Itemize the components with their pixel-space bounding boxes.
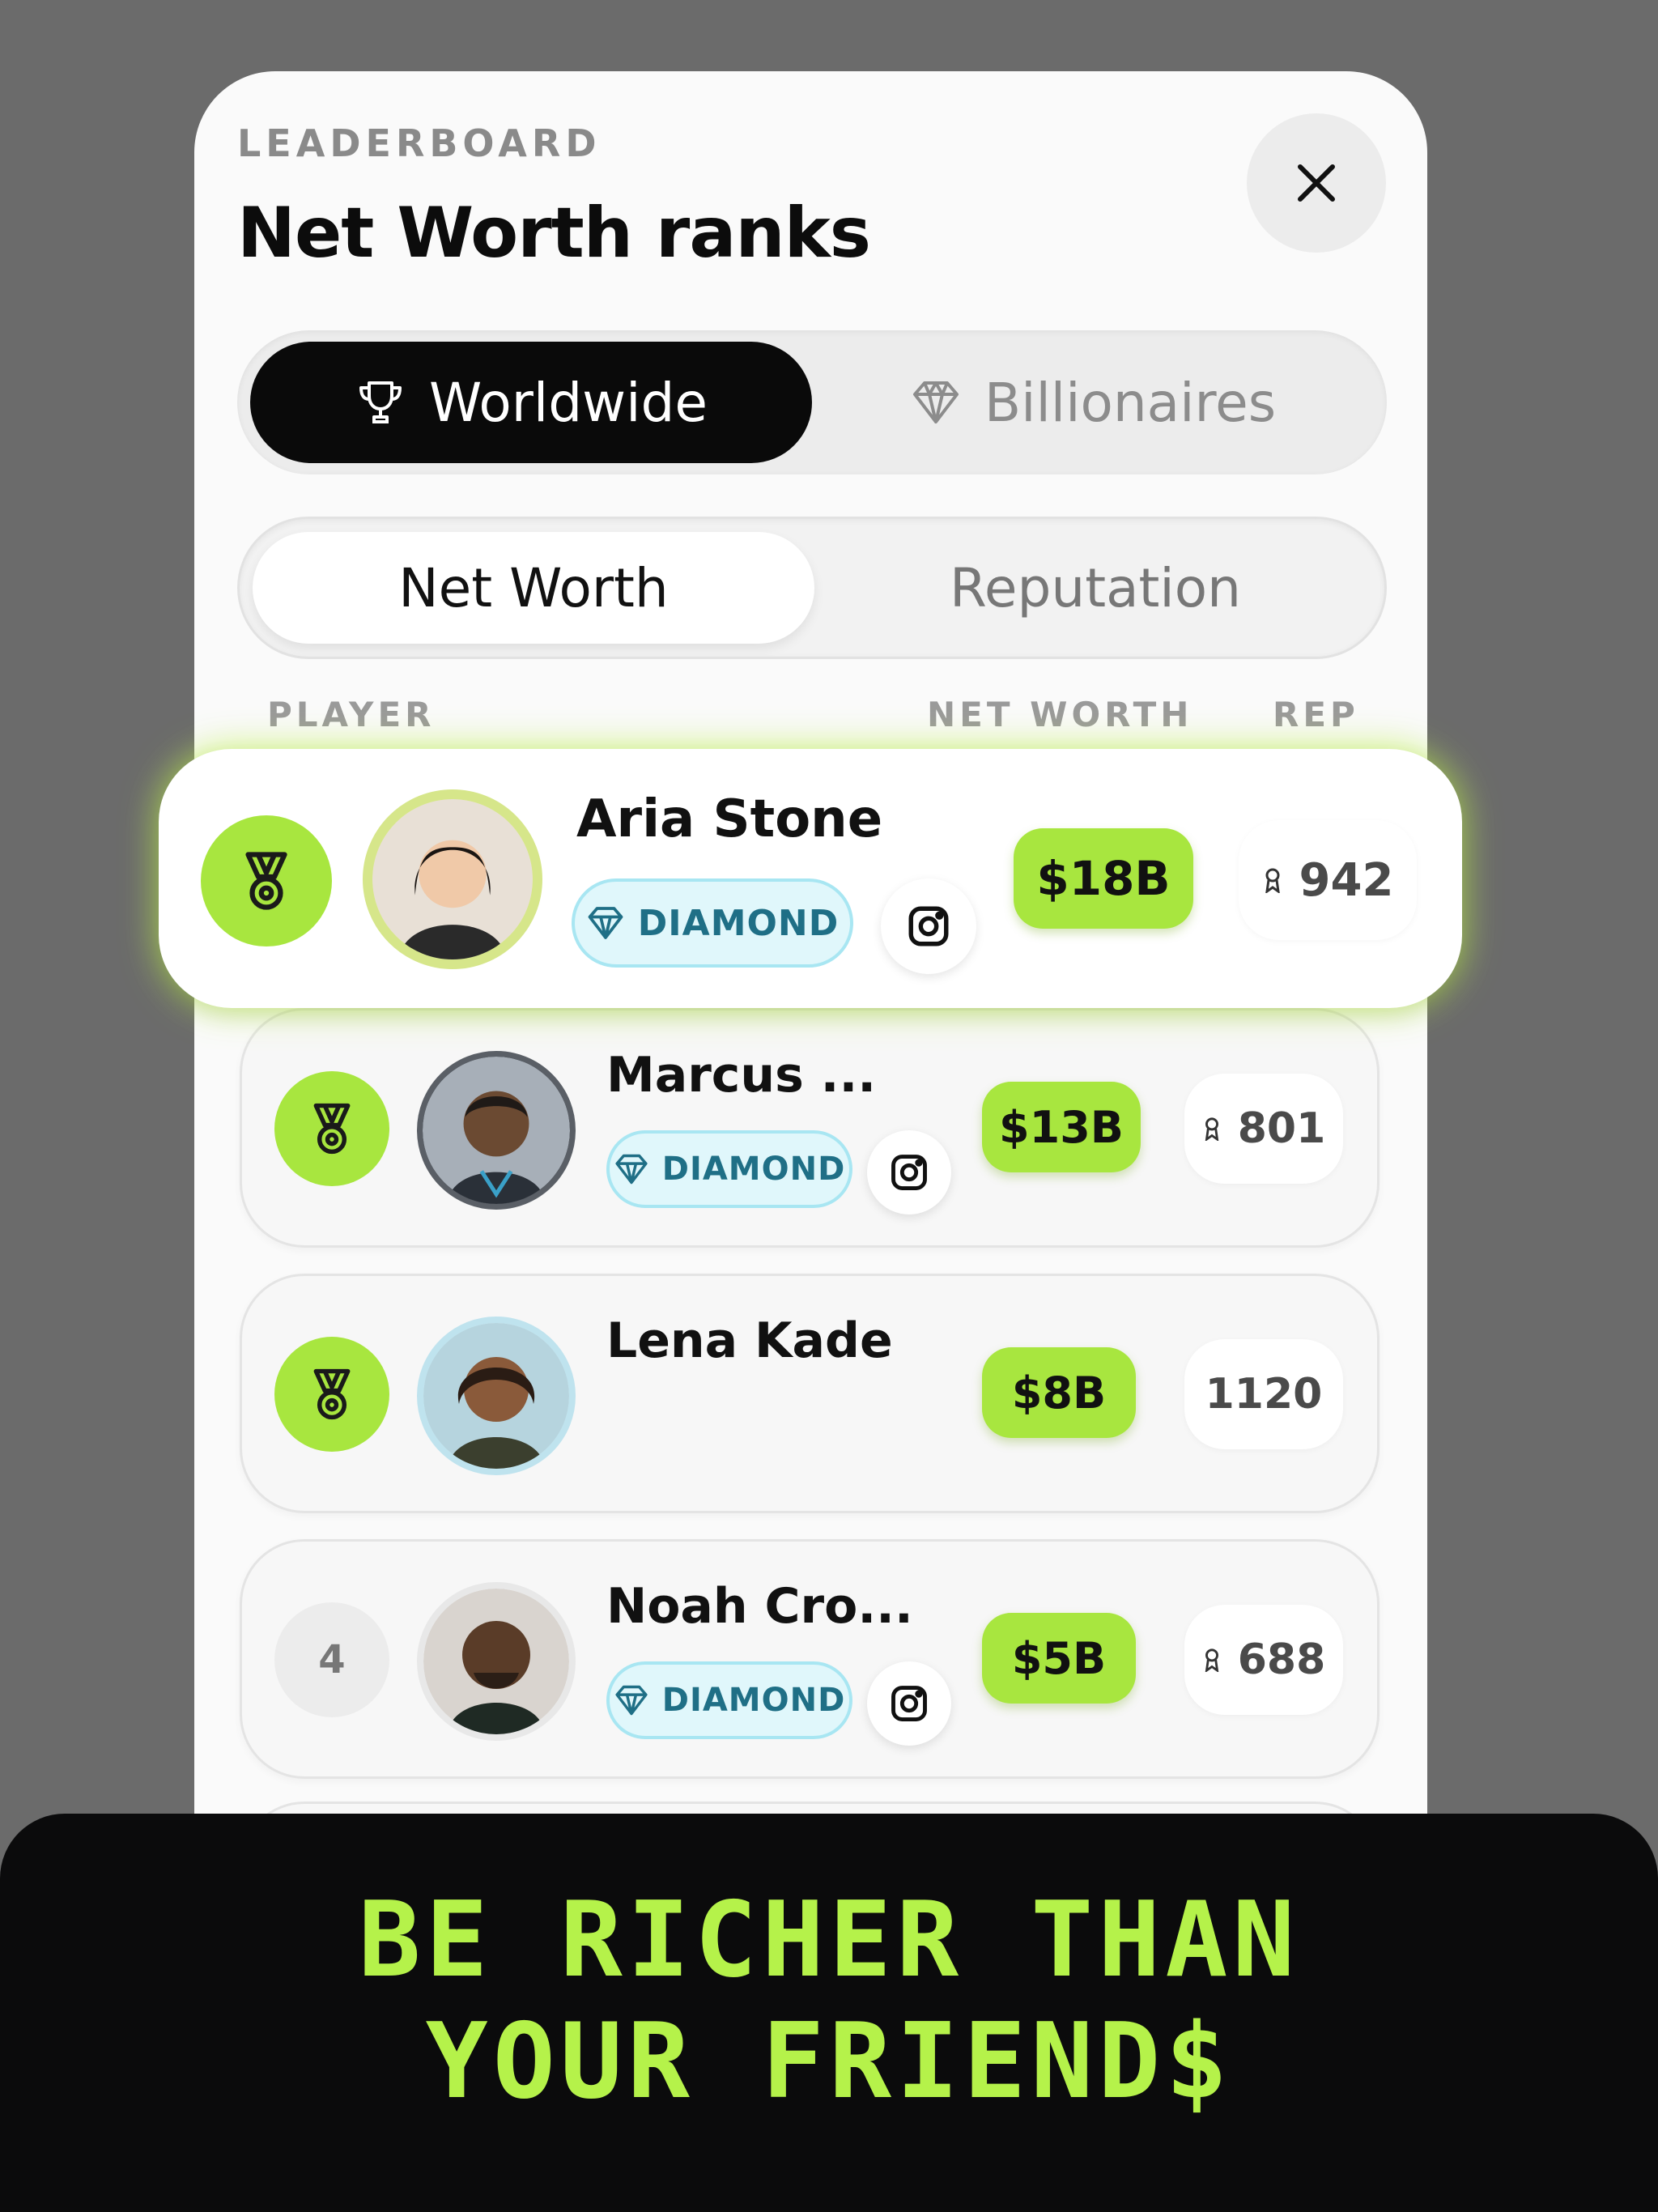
page-title: Net Worth ranks xyxy=(237,193,871,274)
rank-medal-badge xyxy=(201,815,332,946)
player-name: Lena Kade xyxy=(606,1312,893,1369)
tab-net-worth[interactable]: Net Worth xyxy=(253,532,814,644)
medal-icon xyxy=(245,852,287,910)
column-header-net-worth: NET WORTH xyxy=(927,695,1193,734)
avatar xyxy=(363,789,542,969)
metric-segmented-control: Net Worth Reputation xyxy=(237,517,1387,659)
net-worth-pill: $8B xyxy=(982,1347,1136,1438)
trophy-icon xyxy=(359,381,402,423)
tagline-line-1: BE RICHER THAN xyxy=(358,1880,1300,2001)
rep-pill: 942 xyxy=(1239,820,1417,940)
tab-billionaires-label: Billionaires xyxy=(984,371,1277,434)
tier-label: DIAMOND xyxy=(661,1682,846,1719)
ribbon-icon xyxy=(1205,1648,1218,1672)
tab-billionaires[interactable]: Billionaires xyxy=(812,342,1374,463)
instagram-button[interactable] xyxy=(881,878,976,974)
avatar xyxy=(417,1317,576,1475)
player-name: Noah Cro... xyxy=(606,1578,913,1635)
medal-icon xyxy=(313,1368,351,1420)
player-name: Marcus ... xyxy=(606,1047,877,1104)
diamond-icon xyxy=(615,1685,648,1716)
rep-value: 942 xyxy=(1299,853,1394,907)
section-eyebrow: LEADERBOARD xyxy=(237,121,602,165)
tier-label: DIAMOND xyxy=(637,902,840,944)
tab-reputation[interactable]: Reputation xyxy=(814,532,1376,644)
rep-value: 688 xyxy=(1237,1636,1326,1684)
rep-pill: 1120 xyxy=(1184,1339,1343,1449)
leaderboard-row[interactable]: 4 Noah Cro... DIAMOND $5B 688 xyxy=(240,1539,1380,1779)
close-button[interactable] xyxy=(1247,113,1386,253)
close-icon xyxy=(1298,164,1335,202)
instagram-icon xyxy=(891,1155,927,1190)
diamond-icon xyxy=(912,381,959,423)
diamond-icon xyxy=(588,907,623,939)
ribbon-icon xyxy=(1265,868,1280,893)
rep-pill: 688 xyxy=(1184,1605,1343,1715)
tier-badge: DIAMOND xyxy=(606,1661,852,1739)
tagline-line-2: YOUR FRIEND$ xyxy=(425,2001,1233,2122)
scope-segmented-control: Worldwide Billionaires xyxy=(237,330,1387,474)
rank-medal-badge xyxy=(274,1337,389,1452)
instagram-button[interactable] xyxy=(867,1130,951,1214)
tier-label: DIAMOND xyxy=(661,1151,846,1188)
rank-number: 4 xyxy=(274,1602,389,1717)
net-worth-pill: $13B xyxy=(982,1082,1141,1172)
instagram-icon xyxy=(891,1686,927,1721)
tier-badge: DIAMOND xyxy=(572,878,853,968)
player-name: Aria Stone xyxy=(576,789,883,849)
avatar xyxy=(417,1582,576,1741)
column-header-rep: REP xyxy=(1273,695,1359,734)
net-worth-pill: $18B xyxy=(1014,828,1193,929)
instagram-icon xyxy=(908,906,949,946)
promo-banner: BE RICHER THAN YOUR FRIEND$ xyxy=(0,1814,1658,2212)
column-header-player: PLAYER xyxy=(267,695,436,734)
tier-badge: DIAMOND xyxy=(606,1130,852,1208)
medal-icon xyxy=(313,1103,351,1155)
rep-value: 1120 xyxy=(1205,1370,1323,1419)
rep-value: 801 xyxy=(1237,1104,1326,1153)
instagram-button[interactable] xyxy=(867,1661,951,1746)
leaderboard-row[interactable]: Marcus ... DIAMOND $13B 801 xyxy=(240,1008,1380,1248)
tab-worldwide[interactable]: Worldwide xyxy=(250,342,812,463)
avatar xyxy=(417,1051,576,1210)
leaderboard-row-highlighted[interactable]: Aria Stone DIAMOND $18B 942 xyxy=(159,749,1462,1008)
rep-pill: 801 xyxy=(1184,1074,1343,1184)
net-worth-pill: $5B xyxy=(982,1613,1136,1704)
ribbon-icon xyxy=(1205,1117,1218,1141)
leaderboard-row[interactable]: Lena Kade $8B 1120 xyxy=(240,1274,1380,1513)
rank-medal-badge xyxy=(274,1071,389,1186)
diamond-icon xyxy=(615,1154,648,1185)
tab-worldwide-label: Worldwide xyxy=(429,371,708,434)
